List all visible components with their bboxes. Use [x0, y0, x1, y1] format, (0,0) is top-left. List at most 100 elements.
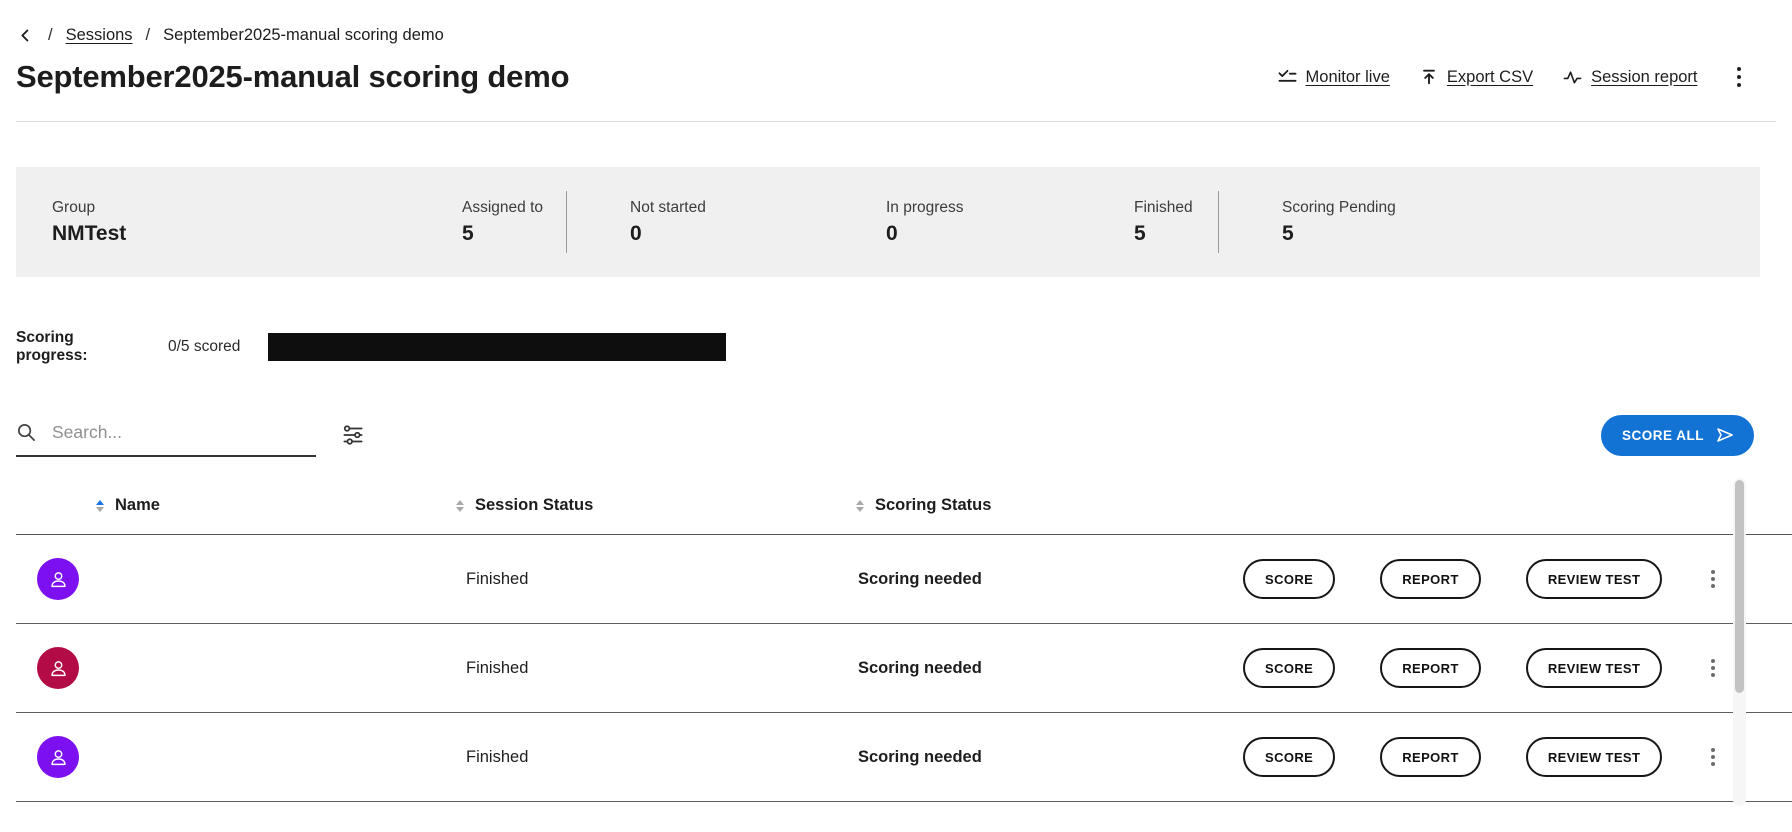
search-input[interactable] — [50, 421, 316, 444]
export-csv-label: Export CSV — [1447, 68, 1533, 87]
stat-in-progress-value: 0 — [886, 222, 1134, 246]
kebab-icon — [1737, 67, 1742, 72]
avatar — [37, 736, 79, 778]
breadcrumb-separator: / — [146, 26, 151, 45]
row-action-review-test-button[interactable]: REVIEW TEST — [1526, 648, 1663, 688]
stats-divider — [566, 191, 567, 253]
column-scoring-status-label: Scoring Status — [875, 496, 991, 515]
filter-button[interactable] — [336, 418, 370, 452]
row-action-score-button[interactable]: SCORE — [1243, 648, 1335, 688]
score-all-button[interactable]: SCORE ALL — [1601, 415, 1754, 456]
stat-in-progress-label: In progress — [886, 199, 1134, 217]
monitor-live-link[interactable]: Monitor live — [1278, 68, 1390, 87]
name-cell — [16, 647, 456, 689]
scoring-progress-label: Scoring progress: — [16, 329, 146, 365]
name-cell — [16, 736, 456, 778]
row-actions: SCORE REPORT REVIEW TEST — [1236, 559, 1728, 599]
session-stats-bar: Group NMTest Assigned to 5 Not started 0… — [16, 167, 1760, 277]
stat-group-label: Group — [52, 199, 462, 217]
row-action-score-button[interactable]: SCORE — [1243, 559, 1335, 599]
breadcrumb-sessions-link[interactable]: Sessions — [66, 26, 133, 45]
stat-group-value: NMTest — [52, 222, 462, 246]
chevron-left-icon — [18, 28, 33, 43]
row-kebab-menu-button[interactable] — [1707, 744, 1719, 770]
column-header-scoring-status[interactable]: Scoring Status — [856, 496, 1236, 515]
monitor-live-label: Monitor live — [1306, 68, 1390, 87]
stat-in-progress: In progress 0 — [886, 199, 1134, 246]
page-header: September2025-manual scoring demo Monito… — [16, 59, 1746, 95]
kebab-icon — [1711, 748, 1715, 752]
avatar — [37, 647, 79, 689]
stats-divider — [1218, 191, 1219, 253]
stat-not-started-label: Not started — [630, 199, 886, 217]
breadcrumb: / Sessions / September2025-manual scorin… — [16, 26, 1776, 45]
send-icon — [1715, 425, 1735, 445]
stat-scoring-pending-label: Scoring Pending — [1282, 199, 1396, 217]
stat-assigned-value: 5 — [462, 222, 566, 246]
stat-not-started-value: 0 — [630, 222, 886, 246]
breadcrumb-separator: / — [48, 26, 53, 45]
scoring-progress-row: Scoring progress: 0/5 scored — [16, 329, 1792, 365]
column-name-label: Name — [115, 496, 160, 515]
row-action-report-button[interactable]: REPORT — [1380, 559, 1481, 599]
session-status: Finished — [456, 570, 856, 589]
row-actions: SCORE REPORT REVIEW TEST — [1236, 648, 1728, 688]
score-all-label: SCORE ALL — [1622, 428, 1704, 443]
scoring-progress-bar — [268, 333, 726, 361]
sort-icon — [856, 500, 864, 512]
vertical-scrollbar-thumb[interactable] — [1735, 480, 1744, 693]
kebab-icon — [1711, 570, 1715, 574]
header-divider — [16, 121, 1776, 122]
stat-assigned-label: Assigned to — [462, 199, 566, 217]
vertical-scrollbar-track[interactable] — [1733, 478, 1746, 806]
row-action-review-test-button[interactable]: REVIEW TEST — [1526, 559, 1663, 599]
sliders-icon — [340, 422, 366, 448]
stat-scoring-pending: Scoring Pending 5 — [1282, 199, 1396, 246]
monitor-live-icon — [1278, 68, 1297, 87]
session-report-label: Session report — [1591, 68, 1697, 87]
stat-finished: Finished 5 — [1134, 199, 1218, 246]
sort-icon — [456, 500, 464, 512]
column-session-status-label: Session Status — [475, 496, 593, 515]
search-box — [16, 413, 316, 457]
table-row: Finished Scoring needed SCORE REPORT REVIE… — [16, 624, 1792, 713]
name-cell — [16, 558, 456, 600]
table-body: Finished Scoring needed SCORE REPORT REVIE… — [16, 535, 1792, 802]
column-header-name[interactable]: Name — [16, 496, 456, 515]
session-status: Finished — [456, 748, 856, 767]
kebab-icon — [1711, 659, 1715, 663]
scoring-progress-value: 0/5 scored — [146, 338, 246, 356]
stat-scoring-pending-value: 5 — [1282, 222, 1396, 246]
person-icon — [46, 656, 71, 681]
stat-finished-value: 5 — [1134, 222, 1218, 246]
row-kebab-menu-button[interactable] — [1707, 655, 1719, 681]
row-action-report-button[interactable]: REPORT — [1380, 737, 1481, 777]
header-actions: Monitor live Export CSV Session report — [1278, 62, 1746, 93]
person-icon — [46, 745, 71, 770]
export-csv-link[interactable]: Export CSV — [1420, 68, 1533, 87]
page-title: September2025-manual scoring demo — [16, 59, 569, 95]
search-icon — [16, 422, 37, 443]
person-icon — [46, 567, 71, 592]
session-status: Finished — [456, 659, 856, 678]
table-header-row: Name Session Status Scoring Status — [16, 477, 1792, 535]
row-action-score-button[interactable]: SCORE — [1243, 737, 1335, 777]
breadcrumb-current: September2025-manual scoring demo — [163, 26, 444, 45]
participants-table: Name Session Status Scoring Status — [16, 477, 1792, 802]
scoring-status: Scoring needed — [856, 570, 1236, 589]
table-toolbar: SCORE ALL — [16, 413, 1754, 457]
session-report-link[interactable]: Session report — [1563, 68, 1697, 87]
row-kebab-menu-button[interactable] — [1707, 566, 1719, 592]
scoring-status: Scoring needed — [856, 659, 1236, 678]
stat-not-started: Not started 0 — [630, 199, 886, 246]
row-actions: SCORE REPORT REVIEW TEST — [1236, 737, 1728, 777]
table-row: Finished Scoring needed SCOREREPORTREVIE… — [16, 713, 1792, 802]
row-action-review-test-button[interactable]: REVIEW TEST — [1526, 737, 1663, 777]
sort-icon — [96, 500, 104, 512]
back-button[interactable] — [16, 26, 35, 45]
header-kebab-menu-button[interactable] — [1732, 62, 1747, 93]
avatar — [37, 558, 79, 600]
column-header-session-status[interactable]: Session Status — [456, 496, 856, 515]
table-row: Finished Scoring needed SCORE REPORT REVIE… — [16, 535, 1792, 624]
row-action-report-button[interactable]: REPORT — [1380, 648, 1481, 688]
